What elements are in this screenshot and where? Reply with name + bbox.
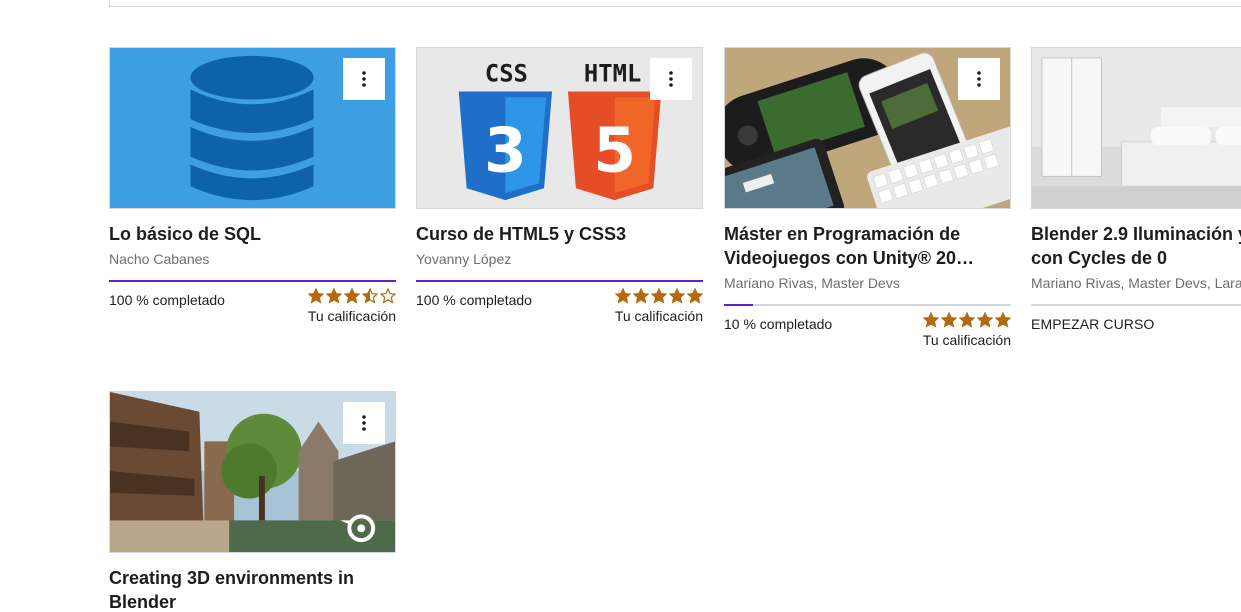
three-dots-vertical-icon — [669, 71, 673, 87]
star-icon[interactable] — [380, 288, 396, 304]
course-title[interactable]: Creating 3D environments in Blender — [109, 566, 396, 612]
star-icon[interactable] — [362, 288, 378, 304]
course-options-button[interactable] — [650, 58, 692, 100]
course-thumbnail[interactable] — [724, 47, 1011, 209]
star-icon[interactable] — [941, 312, 957, 328]
progress-bar — [109, 280, 396, 282]
rating-label: Tu calificación — [307, 308, 396, 324]
star-icon[interactable] — [651, 288, 667, 304]
svg-text:5: 5 — [593, 116, 636, 187]
progress-bar — [416, 280, 703, 282]
course-title[interactable]: Lo básico de SQL — [109, 222, 396, 246]
three-dots-vertical-icon — [362, 415, 366, 431]
star-icon[interactable] — [923, 312, 939, 328]
progress-fill — [109, 280, 396, 282]
course-thumbnail[interactable] — [1031, 47, 1241, 209]
progress-bar — [724, 304, 1011, 306]
course-title[interactable]: Máster en Programación de Videojuegos co… — [724, 222, 1011, 270]
rating[interactable]: Tu calificación — [923, 311, 1011, 349]
star-icon[interactable] — [669, 288, 685, 304]
star-icon[interactable] — [633, 288, 649, 304]
css-logo-text: CSS — [485, 60, 528, 88]
star-icon[interactable] — [977, 312, 993, 328]
course-card-sql[interactable]: Lo básico de SQL Nacho Cabanes 100 % com… — [109, 47, 396, 325]
progress-label: 10 % completado — [724, 316, 833, 332]
course-instructor: Mariano Rivas, Master Devs — [724, 275, 900, 291]
star-icon[interactable] — [995, 312, 1011, 328]
course-thumbnail[interactable]: CSS HTML 3 5 — [416, 47, 703, 209]
rating[interactable]: Tu calificación — [615, 287, 703, 325]
star-icon[interactable] — [615, 288, 631, 304]
star-rating[interactable] — [308, 287, 396, 305]
course-instructor: Mariano Rivas, Master Devs, Lara — [1031, 275, 1241, 291]
search-bar-edge — [109, 0, 1241, 7]
star-rating[interactable] — [923, 311, 1011, 329]
course-title[interactable]: Blender 2.9 Iluminación y Render con Cyc… — [1031, 222, 1241, 270]
three-dots-vertical-icon — [977, 71, 981, 87]
course-instructor: Nacho Cabanes — [109, 251, 210, 267]
html-logo-text: HTML — [584, 60, 641, 88]
star-icon[interactable] — [326, 288, 342, 304]
course-card-unity[interactable]: Máster en Programación de Videojuegos co… — [724, 47, 1011, 349]
course-thumbnail[interactable] — [109, 391, 396, 553]
star-icon[interactable] — [344, 288, 360, 304]
course-instructor: Yovanny López — [416, 251, 512, 267]
progress-label: 100 % completado — [109, 292, 225, 308]
course-card-blender-lighting[interactable]: Blender 2.9 Iluminación y Render con Cyc… — [1031, 47, 1241, 333]
course-options-button[interactable] — [958, 58, 1000, 100]
course-options-button[interactable] — [343, 402, 385, 444]
rating-label: Tu calificación — [614, 308, 703, 324]
progress-fill — [724, 304, 753, 306]
course-options-button[interactable] — [343, 58, 385, 100]
rating[interactable]: Tu calificación — [308, 287, 396, 325]
course-card-html-css[interactable]: CSS HTML 3 5 Curso de HTML5 y CSS3 Yovan… — [416, 47, 703, 325]
star-icon[interactable] — [687, 288, 703, 304]
start-course-link[interactable]: EMPEZAR CURSO — [1031, 315, 1241, 333]
course-thumbnail[interactable] — [109, 47, 396, 209]
svg-text:3: 3 — [484, 116, 527, 187]
white-bedroom-render — [1032, 48, 1241, 208]
progress-bar — [1031, 304, 1241, 306]
star-icon[interactable] — [959, 312, 975, 328]
progress-fill — [416, 280, 703, 282]
star-icon[interactable] — [308, 288, 324, 304]
rating-label: Tu calificación — [922, 332, 1011, 348]
progress-label: 100 % completado — [416, 292, 532, 308]
three-dots-vertical-icon — [362, 71, 366, 87]
course-card-3d-environments[interactable]: Creating 3D environments in Blender — [109, 391, 396, 612]
star-rating[interactable] — [615, 287, 703, 305]
course-title[interactable]: Curso de HTML5 y CSS3 — [416, 222, 703, 246]
